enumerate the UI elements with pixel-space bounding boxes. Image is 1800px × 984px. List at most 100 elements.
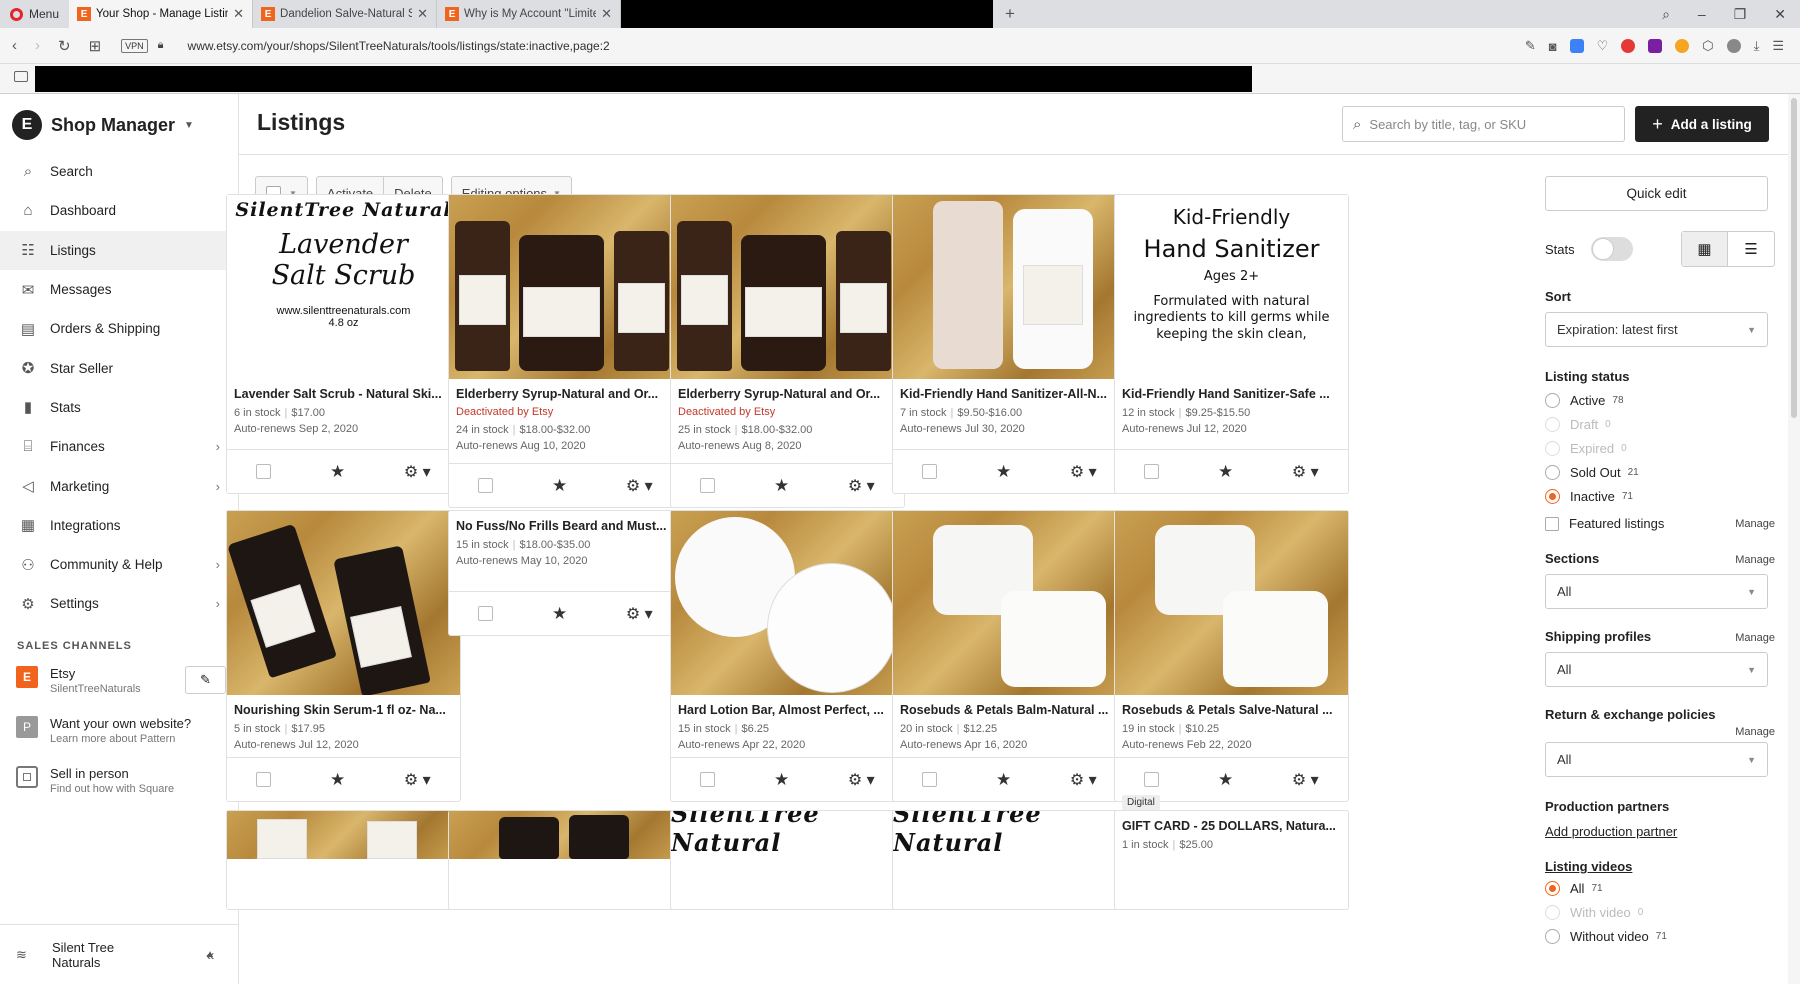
browser-tab[interactable]: E Why is My Account "Limited ✕ bbox=[437, 0, 622, 28]
listing-checkbox[interactable] bbox=[1144, 772, 1160, 787]
listing-checkbox[interactable] bbox=[256, 464, 272, 479]
star-icon[interactable]: ★ bbox=[552, 476, 567, 496]
gear-icon[interactable]: ⚙ ▾ bbox=[848, 476, 875, 496]
returns-select[interactable]: All ▼ bbox=[1545, 742, 1768, 777]
heart-icon[interactable]: ♡ bbox=[1597, 38, 1609, 54]
shield-icon[interactable] bbox=[1569, 39, 1584, 53]
shipping-select[interactable]: All ▼ bbox=[1545, 652, 1768, 687]
edit-channel-button[interactable]: ✎ bbox=[185, 665, 226, 694]
profile-icon[interactable] bbox=[1726, 39, 1741, 53]
listing-photo[interactable] bbox=[1115, 511, 1348, 695]
extension-icon[interactable] bbox=[1648, 39, 1663, 53]
grid-view-icon[interactable]: ▦ bbox=[1682, 232, 1728, 266]
star-icon[interactable]: ★ bbox=[1218, 770, 1233, 790]
sort-select[interactable]: Expiration: latest first ▼ bbox=[1545, 312, 1768, 347]
close-tab-icon[interactable]: ✕ bbox=[601, 6, 612, 22]
close-tab-icon[interactable]: ✕ bbox=[233, 6, 244, 22]
gear-icon[interactable]: ⚙ ▾ bbox=[1070, 770, 1097, 790]
status-radio-inactive[interactable]: Inactive 71 bbox=[1545, 484, 1775, 508]
extension-icon-2[interactable] bbox=[1675, 39, 1690, 53]
listing-card[interactable]: Nourishing Skin Serum-1 fl oz- Na... 5 in… bbox=[226, 510, 461, 802]
star-icon[interactable]: ★ bbox=[996, 462, 1011, 482]
channel-pattern[interactable]: P Want your own website? Learn more about… bbox=[0, 710, 238, 760]
listing-photo[interactable] bbox=[671, 195, 904, 379]
back-icon[interactable]: ‹ bbox=[12, 37, 17, 54]
star-icon[interactable]: ★ bbox=[774, 770, 789, 790]
listing-checkbox[interactable] bbox=[700, 478, 716, 493]
listing-title[interactable]: Hard Lotion Bar, Almost Perfect, ... bbox=[678, 703, 897, 717]
sidebar-item-settings[interactable]: ⚙ Settings › bbox=[0, 584, 238, 623]
browser-menu-button[interactable]: Menu bbox=[0, 0, 69, 28]
search-tabs-icon[interactable]: ⌕ bbox=[1662, 6, 1670, 23]
listing-checkbox[interactable] bbox=[700, 772, 716, 787]
shop-manager-header[interactable]: E Shop Manager ▼ bbox=[0, 94, 238, 152]
sidebar-item-community-help[interactable]: ⚇ Community & Help › bbox=[0, 545, 238, 584]
listing-card[interactable] bbox=[226, 810, 461, 910]
star-icon[interactable]: ★ bbox=[1218, 462, 1233, 482]
gear-icon[interactable]: ⚙ ▾ bbox=[848, 770, 875, 790]
close-window-icon[interactable]: ✕ bbox=[1774, 6, 1786, 23]
edit-icon[interactable]: ✎ bbox=[1525, 38, 1536, 54]
manage-sections-link[interactable]: Manage bbox=[1735, 554, 1775, 566]
channel-square[interactable]: Sell in person Find out how with Square bbox=[0, 760, 238, 810]
list-view-icon[interactable]: ☰ bbox=[1728, 232, 1774, 266]
listing-title[interactable]: Lavender Salt Scrub - Natural Ski... bbox=[234, 387, 453, 401]
cube-icon[interactable]: ⬡ bbox=[1702, 38, 1713, 54]
listing-checkbox[interactable] bbox=[478, 478, 494, 493]
sidebar-item-star-seller[interactable]: ✪ Star Seller bbox=[0, 348, 238, 387]
listing-photo[interactable] bbox=[671, 511, 904, 695]
reload-icon[interactable]: ↻ bbox=[58, 37, 71, 55]
listing-card[interactable]: No Fuss/No Frills Beard and Must... 15 in… bbox=[448, 510, 683, 636]
listing-card[interactable]: SilentTree Natural bbox=[670, 810, 905, 910]
sidebar-item-messages[interactable]: ✉ Messages bbox=[0, 270, 238, 309]
new-tab-icon[interactable]: + bbox=[1005, 4, 1015, 24]
gear-icon[interactable]: ⚙ ▾ bbox=[1070, 462, 1097, 482]
easy-setup-icon[interactable]: ☰ bbox=[1772, 38, 1784, 54]
listing-photo[interactable] bbox=[227, 511, 460, 695]
listing-card[interactable]: Kid-Friendly Hand Sanitizer-All-N... 7 in… bbox=[892, 194, 1127, 494]
gear-icon[interactable]: ⚙ ▾ bbox=[404, 462, 431, 482]
sidebar-item-finances[interactable]: ⌸ Finances › bbox=[0, 427, 238, 466]
listing-search-input[interactable]: ⌕ Search by title, tag, or SKU bbox=[1342, 106, 1625, 142]
listing-photo[interactable] bbox=[449, 195, 682, 379]
listing-title[interactable]: GIFT CARD - 25 DOLLARS, Natura... bbox=[1122, 819, 1341, 833]
listing-card[interactable]: Rosebuds & Petals Salve-Natural ... 19 in… bbox=[1114, 510, 1349, 802]
listing-title[interactable]: Kid-Friendly Hand Sanitizer-Safe ... bbox=[1122, 387, 1341, 401]
download-icon[interactable]: ⤓ bbox=[1754, 38, 1760, 54]
status-radio-sold-out[interactable]: Sold Out 21 bbox=[1545, 460, 1775, 484]
camera-icon[interactable]: ◙ bbox=[1549, 39, 1557, 54]
manage-shipping-link[interactable]: Manage bbox=[1735, 632, 1775, 644]
listing-card[interactable]: Hard Lotion Bar, Almost Perfect, ... 15 i… bbox=[670, 510, 905, 802]
listing-card[interactable] bbox=[448, 810, 683, 910]
url-field[interactable]: www.etsy.com/your/shops/SilentTreeNatura… bbox=[188, 39, 610, 53]
listing-card[interactable]: GIFT CARD - 25 DOLLARS, Natura... 1 in st… bbox=[1114, 810, 1349, 910]
sidebar-item-marketing[interactable]: ◁ Marketing › bbox=[0, 466, 238, 505]
gear-icon[interactable]: ⚙ ▾ bbox=[626, 604, 653, 624]
sidebar-item-orders-shipping[interactable]: ▤ Orders & Shipping bbox=[0, 309, 238, 348]
maximize-icon[interactable]: ❐ bbox=[1734, 6, 1747, 23]
sections-select[interactable]: All ▼ bbox=[1545, 574, 1768, 609]
listing-checkbox[interactable] bbox=[256, 772, 272, 787]
browser-tab[interactable]: E Dandelion Salve-Natural St ✕ bbox=[253, 0, 438, 28]
vpn-badge[interactable]: VPN bbox=[121, 38, 148, 53]
listing-photo[interactable] bbox=[893, 195, 1126, 379]
forward-icon[interactable]: › bbox=[35, 37, 40, 54]
status-radio-without-video[interactable]: Without video 71 bbox=[1545, 924, 1775, 948]
listing-checkbox[interactable] bbox=[922, 464, 938, 479]
sidebar-item-search[interactable]: ⌕ Search bbox=[0, 152, 238, 191]
collapse-sidebar-icon[interactable]: « bbox=[206, 947, 214, 964]
listing-photo[interactable] bbox=[893, 511, 1126, 695]
stats-toggle[interactable] bbox=[1591, 237, 1633, 261]
star-icon[interactable]: ★ bbox=[330, 770, 345, 790]
listing-title[interactable]: Kid-Friendly Hand Sanitizer-All-N... bbox=[900, 387, 1119, 401]
adblock-icon[interactable] bbox=[1621, 39, 1636, 53]
listing-card[interactable]: Kid-Friendly Hand Sanitizer Ages 2+ Formula… bbox=[1114, 194, 1349, 494]
manage-returns-link[interactable]: Manage bbox=[1545, 726, 1775, 738]
featured-listings-filter[interactable]: Featured listings Manage bbox=[1545, 516, 1775, 531]
add-listing-button[interactable]: + Add a listing bbox=[1635, 106, 1769, 142]
star-icon[interactable]: ★ bbox=[996, 770, 1011, 790]
add-production-partner-link[interactable]: Add production partner bbox=[1545, 824, 1775, 839]
gear-icon[interactable]: ⚙ ▾ bbox=[626, 476, 653, 496]
close-tab-icon[interactable]: ✕ bbox=[417, 6, 428, 22]
browser-tab[interactable]: E Your Shop - Manage Listing ✕ bbox=[69, 0, 254, 28]
